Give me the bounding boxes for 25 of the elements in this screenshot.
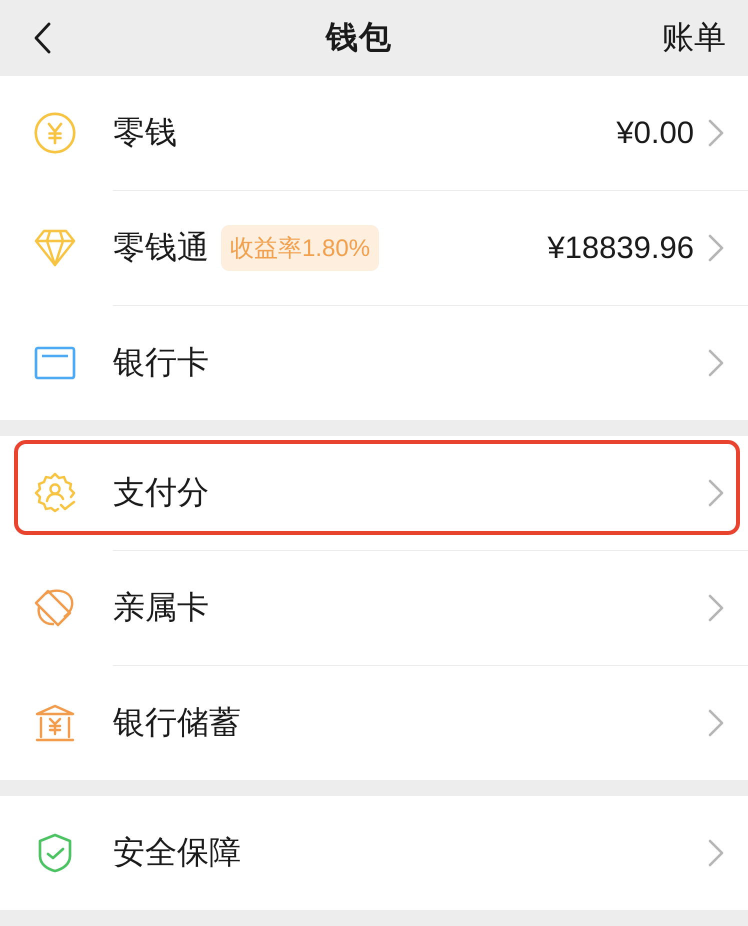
page-title: 钱包 (324, 18, 393, 57)
menu-item[interactable]: 零钱 (113, 111, 177, 155)
bank-yuan-icon (34, 702, 76, 744)
chevron-right-icon (708, 349, 724, 377)
menu-item[interactable]: 支付分 (113, 471, 209, 515)
seal-person-icon (34, 472, 76, 514)
chevron-right-icon (708, 709, 724, 737)
bill-link[interactable]: 账单 (662, 16, 726, 60)
menu-item[interactable]: 安全保障 (113, 831, 241, 875)
chevron-right-icon (708, 839, 724, 867)
balance-amount: ¥0.00 (616, 115, 694, 151)
chevron-right-icon (708, 479, 724, 507)
menu-item[interactable]: 银行储蓄 (113, 701, 241, 745)
menu-item[interactable]: 银行卡 (113, 341, 209, 385)
menu-item[interactable]: 亲属卡 (113, 586, 209, 630)
back-icon (33, 22, 51, 54)
diamond-icon (34, 227, 76, 269)
rate-badge: 收益率1.80% (221, 225, 380, 271)
chevron-right-icon (708, 234, 724, 262)
chevron-right-icon (708, 594, 724, 622)
balance-amount: ¥18839.96 (547, 230, 694, 266)
chevron-right-icon (708, 119, 724, 147)
menu-item[interactable]: 零钱通 (113, 226, 209, 270)
card-ring-icon (34, 587, 76, 629)
yuan-coin-icon (34, 112, 76, 154)
